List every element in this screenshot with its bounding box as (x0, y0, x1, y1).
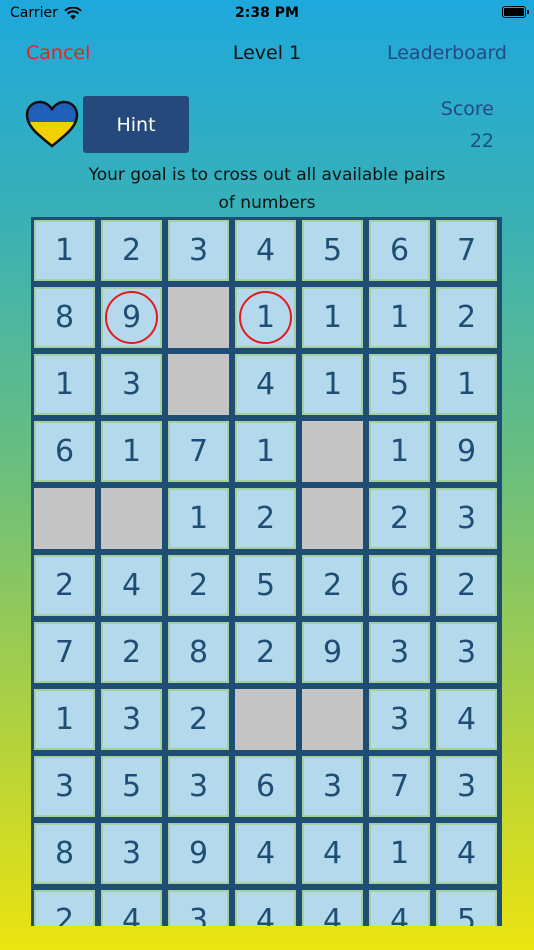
number-cell[interactable]: 2 (34, 890, 95, 926)
number-cell[interactable]: 3 (101, 823, 162, 884)
number-cell[interactable]: 7 (436, 220, 497, 281)
number-cell[interactable]: 1 (235, 421, 296, 482)
number-cell[interactable]: 2 (235, 488, 296, 549)
leaderboard-button[interactable]: Leaderboard (387, 42, 507, 64)
number-cell[interactable]: 3 (436, 756, 497, 817)
number-cell[interactable]: 4 (235, 823, 296, 884)
number-cell[interactable]: 1 (101, 421, 162, 482)
empty-cell[interactable] (168, 354, 229, 415)
number-cell[interactable]: 9 (436, 421, 497, 482)
number-cell[interactable]: 9 (302, 622, 363, 683)
number-cell[interactable]: 4 (235, 890, 296, 926)
number-cell[interactable]: 5 (101, 756, 162, 817)
number-cell[interactable]: 6 (369, 220, 430, 281)
number-cell[interactable]: 3 (101, 689, 162, 750)
goal-text-line-1: Your goal is to cross out all available … (88, 165, 446, 185)
number-cell[interactable]: 1 (302, 354, 363, 415)
number-cell[interactable]: 5 (235, 555, 296, 616)
number-cell[interactable]: 1 (34, 689, 95, 750)
number-cell[interactable]: 1 (168, 488, 229, 549)
number-cell[interactable]: 4 (101, 890, 162, 926)
number-cell[interactable]: 4 (235, 354, 296, 415)
number-cell[interactable]: 1 (302, 287, 363, 348)
empty-cell[interactable] (302, 421, 363, 482)
number-cell[interactable]: 2 (101, 622, 162, 683)
number-cell[interactable]: 7 (369, 756, 430, 817)
ukraine-heart-icon (25, 100, 79, 148)
number-cell[interactable]: 2 (302, 555, 363, 616)
score-value: 22 (469, 130, 494, 152)
number-cell[interactable]: 5 (302, 220, 363, 281)
battery-icon (502, 6, 529, 18)
number-cell[interactable]: 2 (369, 488, 430, 549)
number-cell[interactable]: 4 (436, 689, 497, 750)
number-cell[interactable]: 8 (34, 823, 95, 884)
empty-cell[interactable] (302, 689, 363, 750)
number-cell[interactable]: 6 (34, 421, 95, 482)
goal-text-line-2: of numbers (218, 193, 316, 213)
number-cell[interactable]: 1 (34, 354, 95, 415)
number-cell[interactable]: 3 (168, 220, 229, 281)
number-cell[interactable]: 3 (101, 354, 162, 415)
number-cell[interactable]: 2 (168, 555, 229, 616)
number-cell[interactable]: 7 (168, 421, 229, 482)
goal-instructions: Your goal is to cross out all available … (40, 161, 494, 217)
number-cell[interactable]: 1 (34, 220, 95, 281)
number-cell[interactable]: 1 (235, 287, 296, 348)
status-time: 2:38 PM (235, 5, 299, 21)
score-label: Score (440, 98, 494, 120)
number-cell[interactable]: 4 (302, 823, 363, 884)
number-cell[interactable]: 9 (168, 823, 229, 884)
number-cell[interactable]: 3 (168, 756, 229, 817)
number-cell[interactable]: 2 (436, 287, 497, 348)
number-cell[interactable]: 2 (235, 622, 296, 683)
number-cell[interactable]: 2 (101, 220, 162, 281)
empty-cell[interactable] (34, 488, 95, 549)
number-cell[interactable]: 3 (436, 488, 497, 549)
number-cell[interactable]: 1 (369, 421, 430, 482)
number-cell[interactable]: 1 (369, 287, 430, 348)
number-cell[interactable]: 4 (302, 890, 363, 926)
number-cell[interactable]: 2 (168, 689, 229, 750)
status-bar: Carrier 2:38 PM (0, 0, 534, 30)
number-cell[interactable]: 5 (369, 354, 430, 415)
number-cell[interactable]: 3 (168, 890, 229, 926)
number-cell[interactable]: 2 (34, 555, 95, 616)
number-cell[interactable]: 4 (436, 823, 497, 884)
empty-cell[interactable] (302, 488, 363, 549)
number-cell[interactable]: 5 (436, 890, 497, 926)
number-cell[interactable]: 8 (34, 287, 95, 348)
number-cell[interactable]: 2 (436, 555, 497, 616)
number-cell[interactable]: 4 (101, 555, 162, 616)
number-cell[interactable]: 9 (101, 287, 162, 348)
number-cell[interactable]: 4 (235, 220, 296, 281)
number-cell[interactable]: 6 (235, 756, 296, 817)
empty-cell[interactable] (235, 689, 296, 750)
hint-button[interactable]: Hint (83, 96, 189, 153)
number-cell[interactable]: 3 (436, 622, 497, 683)
number-cell[interactable]: 3 (34, 756, 95, 817)
number-cell[interactable]: 1 (436, 354, 497, 415)
number-grid: 1234567891112134151617119122324252627282… (31, 217, 502, 926)
empty-cell[interactable] (168, 287, 229, 348)
empty-cell[interactable] (101, 488, 162, 549)
number-cell[interactable]: 4 (369, 890, 430, 926)
number-cell[interactable]: 3 (369, 622, 430, 683)
number-cell[interactable]: 3 (302, 756, 363, 817)
number-cell[interactable]: 6 (369, 555, 430, 616)
number-cell[interactable]: 8 (168, 622, 229, 683)
number-cell[interactable]: 1 (369, 823, 430, 884)
number-cell[interactable]: 7 (34, 622, 95, 683)
number-cell[interactable]: 3 (369, 689, 430, 750)
nav-bar: Cancel Level 1 Leaderboard (0, 40, 534, 72)
